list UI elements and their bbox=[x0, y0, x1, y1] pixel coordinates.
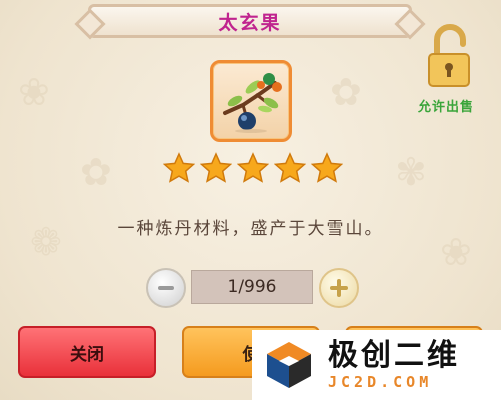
unlocked-padlock-icon[interactable] bbox=[425, 24, 475, 90]
watermark-overlay: 极创二维 JC2D.COM bbox=[252, 330, 501, 400]
minus-icon bbox=[158, 286, 174, 290]
increase-quantity-button[interactable] bbox=[319, 268, 359, 308]
decrease-quantity-button[interactable] bbox=[146, 268, 186, 308]
rarity-stars bbox=[163, 152, 343, 184]
quantity-display: 1/996 bbox=[191, 270, 313, 304]
item-description: 一种炼丹材料，盛产于大雪山。 bbox=[117, 219, 384, 239]
star-icon bbox=[311, 152, 343, 183]
item-detail-dialog: ❀ ✿ ❁ ✾ ❀ ✿ 太玄果 一种炼丹材料，盛产于大雪山。 允许出售 1/99… bbox=[0, 0, 501, 400]
star-icon bbox=[274, 152, 306, 183]
item-title: 太玄果 bbox=[218, 11, 282, 34]
close-button[interactable]: 关闭 bbox=[18, 326, 156, 378]
tree-branch-fruit-icon bbox=[223, 73, 282, 133]
background-ornament: ✾ bbox=[395, 150, 427, 194]
cube-logo-icon bbox=[267, 342, 311, 388]
star-icon bbox=[163, 152, 195, 183]
star-icon bbox=[237, 152, 269, 183]
background-ornament: ❀ bbox=[18, 70, 50, 114]
background-ornament: ✿ bbox=[330, 70, 362, 114]
sell-permission-label: 允许出售 bbox=[418, 100, 475, 115]
item-icon-frame bbox=[210, 60, 292, 142]
title-banner: 太玄果 bbox=[88, 4, 412, 38]
star-icon bbox=[200, 152, 232, 183]
plus-icon bbox=[330, 279, 348, 297]
quantity-value: 1/996 bbox=[227, 277, 277, 297]
background-ornament: ✿ bbox=[80, 150, 112, 194]
close-button-label: 关闭 bbox=[70, 344, 104, 365]
watermark-subtitle: JC2D.COM bbox=[328, 373, 433, 391]
watermark-title: 极创二维 bbox=[328, 338, 460, 373]
